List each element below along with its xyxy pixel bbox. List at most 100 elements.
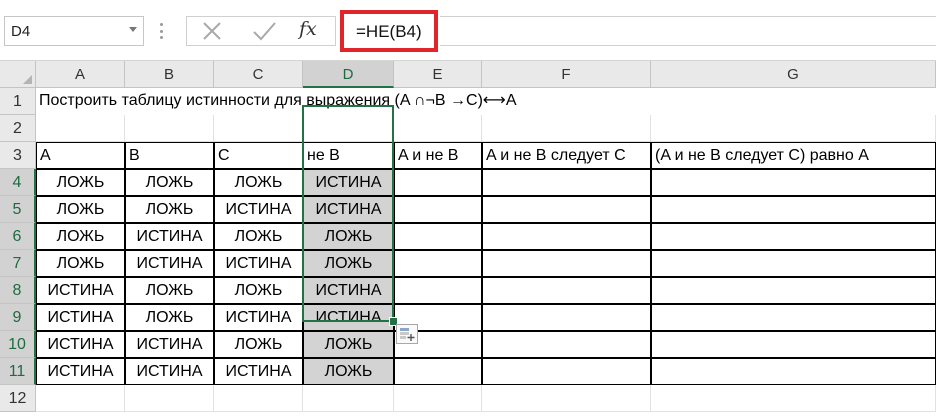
cell-c8[interactable]: ЛОЖЬ (214, 277, 303, 304)
cell-a2[interactable] (36, 115, 125, 142)
cell-b6[interactable]: ИСТИНА (125, 223, 214, 250)
cell-b4[interactable]: ЛОЖЬ (125, 169, 214, 196)
row-header-8[interactable]: 8 (0, 277, 36, 304)
cell-b7[interactable]: ИСТИНА (125, 250, 214, 277)
row-header-6[interactable]: 6 (0, 223, 36, 250)
header-cell-e[interactable]: A и не B (394, 142, 482, 169)
insert-function-button[interactable]: fx (299, 18, 317, 40)
cell-c7[interactable]: ИСТИНА (214, 250, 303, 277)
cell-a10[interactable]: ИСТИНА (36, 331, 125, 358)
row-header-2[interactable]: 2 (0, 115, 36, 142)
cell-a11[interactable]: ИСТИНА (36, 358, 125, 385)
row-header-4[interactable]: 4 (0, 169, 36, 196)
row-header-12[interactable]: 12 (0, 385, 36, 412)
cell-f9[interactable] (482, 304, 651, 331)
cell-g5[interactable] (651, 196, 936, 223)
cell-f11[interactable] (482, 358, 651, 385)
cell-g9[interactable] (651, 304, 936, 331)
name-box[interactable]: D4 (4, 16, 144, 46)
header-cell-d[interactable]: не B (303, 142, 394, 169)
cell-g11[interactable] (651, 358, 936, 385)
cell-e2[interactable] (394, 115, 482, 142)
cell-a4[interactable]: ЛОЖЬ (36, 169, 125, 196)
cell-b10[interactable]: ИСТИНА (125, 331, 214, 358)
cell-a12[interactable] (36, 385, 125, 412)
cell-a7[interactable]: ЛОЖЬ (36, 250, 125, 277)
row-header-5[interactable]: 5 (0, 196, 36, 223)
cell-a8[interactable]: ИСТИНА (36, 277, 125, 304)
cell-f2[interactable] (482, 115, 651, 142)
cell-d4[interactable]: ИСТИНА (303, 169, 394, 196)
cell-f7[interactable] (482, 250, 651, 277)
column-header-b[interactable]: B (125, 61, 214, 88)
column-header-c[interactable]: C (214, 61, 303, 88)
cell-b11[interactable]: ИСТИНА (125, 358, 214, 385)
cell-f4[interactable] (482, 169, 651, 196)
column-header-g[interactable]: G (651, 61, 936, 88)
header-cell-f[interactable]: A и не B следует C (482, 142, 651, 169)
row-header-7[interactable]: 7 (0, 250, 36, 277)
cell-c2[interactable] (214, 115, 303, 142)
checkmark-icon[interactable] (247, 19, 283, 43)
formula-input-area[interactable] (440, 16, 936, 46)
cell-b9[interactable]: ЛОЖЬ (125, 304, 214, 331)
cell-c11[interactable]: ИСТИНА (214, 358, 303, 385)
cell-c12[interactable] (214, 385, 303, 412)
cell-d6[interactable]: ЛОЖЬ (303, 223, 394, 250)
cell-g7[interactable] (651, 250, 936, 277)
cell-c9[interactable]: ИСТИНА (214, 304, 303, 331)
row-header-3[interactable]: 3 (0, 142, 36, 169)
column-header-e[interactable]: E (394, 61, 482, 88)
cell-d5[interactable]: ИСТИНА (303, 196, 394, 223)
formula-input[interactable]: =НЕ(В4) (340, 10, 438, 52)
column-header-a[interactable]: A (36, 61, 125, 88)
header-cell-a[interactable]: A (36, 142, 125, 169)
cell-f8[interactable] (482, 277, 651, 304)
grip-icon[interactable] (160, 23, 164, 39)
column-header-f[interactable]: F (482, 61, 651, 88)
cell-f6[interactable] (482, 223, 651, 250)
cell-d12[interactable] (303, 385, 394, 412)
cell-e5[interactable] (394, 196, 482, 223)
cell-e6[interactable] (394, 223, 482, 250)
cell-b8[interactable]: ЛОЖЬ (125, 277, 214, 304)
cell-f5[interactable] (482, 196, 651, 223)
row-header-11[interactable]: 11 (0, 358, 36, 385)
chevron-down-icon[interactable] (129, 27, 137, 32)
cell-a6[interactable]: ЛОЖЬ (36, 223, 125, 250)
cell-d8[interactable]: ИСТИНА (303, 277, 394, 304)
cell-g4[interactable] (651, 169, 936, 196)
cell-g12[interactable] (651, 385, 936, 412)
cell-g2[interactable] (651, 115, 936, 142)
cell-a9[interactable]: ИСТИНА (36, 304, 125, 331)
row-header-1[interactable]: 1 (0, 88, 36, 115)
cell-c10[interactable]: ЛОЖЬ (214, 331, 303, 358)
cell-f10[interactable] (482, 331, 651, 358)
cell-g6[interactable] (651, 223, 936, 250)
cell-d11[interactable]: ЛОЖЬ (303, 358, 394, 385)
cell-b5[interactable]: ЛОЖЬ (125, 196, 214, 223)
cell-g8[interactable] (651, 277, 936, 304)
quick-analysis-button[interactable] (396, 324, 418, 344)
select-all-button[interactable] (0, 61, 36, 88)
cell-g10[interactable] (651, 331, 936, 358)
cell-b12[interactable] (125, 385, 214, 412)
worksheet-grid[interactable]: A B C D E F G 1 2 3 4 5 6 7 8 9 10 11 12 Построить таблицу … (0, 61, 936, 416)
row-header-10[interactable]: 10 (0, 331, 36, 358)
column-header-d[interactable]: D (303, 61, 394, 88)
cell-c6[interactable]: ЛОЖЬ (214, 223, 303, 250)
cell-c4[interactable]: ЛОЖЬ (214, 169, 303, 196)
cell-d2[interactable] (303, 115, 394, 142)
cell-a5[interactable]: ЛОЖЬ (36, 196, 125, 223)
close-icon[interactable] (195, 19, 231, 43)
cell-e7[interactable] (394, 250, 482, 277)
cell-e8[interactable] (394, 277, 482, 304)
header-cell-g[interactable]: (A и не B следует C) равно A (651, 142, 936, 169)
cell-e12[interactable] (394, 385, 482, 412)
cell-e4[interactable] (394, 169, 482, 196)
header-cell-c[interactable]: C (214, 142, 303, 169)
cell-b2[interactable] (125, 115, 214, 142)
cell-d7[interactable]: ЛОЖЬ (303, 250, 394, 277)
sheet-title[interactable]: Построить таблицу истинности для выражен… (36, 88, 936, 115)
cell-e11[interactable] (394, 358, 482, 385)
